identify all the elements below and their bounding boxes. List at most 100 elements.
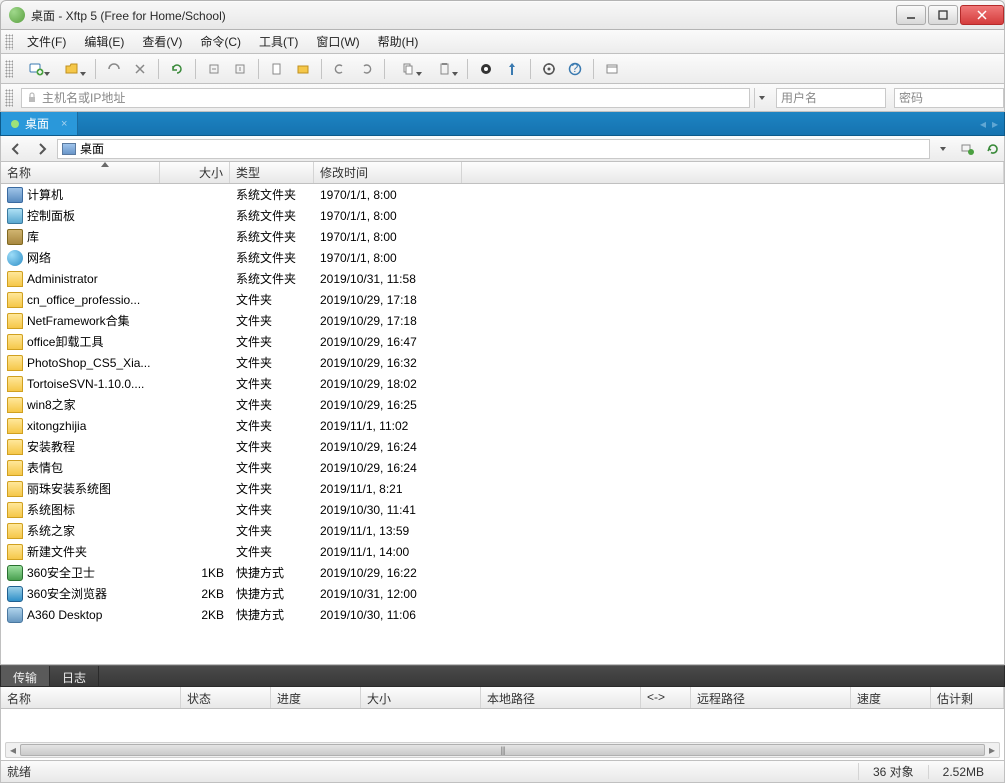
- file-row[interactable]: A360 Desktop2KB快捷方式2019/10/30, 11:06: [1, 604, 1004, 625]
- menu-edit[interactable]: 编辑(E): [76, 31, 132, 52]
- file-row[interactable]: Administrator系统文件夹2019/10/31, 11:58: [1, 268, 1004, 289]
- copy-button[interactable]: [391, 58, 425, 80]
- new-session-button[interactable]: [19, 58, 53, 80]
- file-row[interactable]: 系统之家文件夹2019/11/1, 13:59: [1, 520, 1004, 541]
- file-row[interactable]: TortoiseSVN-1.10.0....文件夹2019/10/29, 18:…: [1, 373, 1004, 394]
- new-remote-button[interactable]: [956, 139, 978, 159]
- back-button[interactable]: [5, 139, 27, 159]
- file-row[interactable]: 360安全卫士1KB快捷方式2019/10/29, 16:22: [1, 562, 1004, 583]
- file-type: 文件夹: [230, 417, 314, 434]
- username-input[interactable]: 用户名: [776, 88, 886, 108]
- refresh-button[interactable]: [982, 139, 1004, 159]
- addressbar-handle[interactable]: [5, 89, 13, 107]
- file-date: 1970/1/1, 8:00: [314, 209, 462, 223]
- tcol-size[interactable]: 大小: [361, 687, 481, 708]
- menu-window[interactable]: 窗口(W): [308, 31, 367, 52]
- file-type: 系统文件夹: [230, 207, 314, 224]
- path-dropdown[interactable]: [940, 147, 946, 151]
- file-type: 快捷方式: [230, 564, 314, 581]
- tcol-progress[interactable]: 进度: [271, 687, 361, 708]
- file-date: 2019/10/29, 16:24: [314, 440, 462, 454]
- sync-button[interactable]: [474, 58, 498, 80]
- file-icon: [7, 187, 23, 203]
- file-row[interactable]: 360安全浏览器2KB快捷方式2019/10/31, 12:00: [1, 583, 1004, 604]
- tcol-speed[interactable]: 速度: [851, 687, 931, 708]
- toolbar: ?: [0, 54, 1005, 84]
- col-type[interactable]: 类型: [230, 162, 314, 183]
- file-row[interactable]: 库系统文件夹1970/1/1, 8:00: [1, 226, 1004, 247]
- file-name: 表情包: [27, 459, 63, 476]
- tab-transfer[interactable]: 传输: [1, 666, 50, 686]
- terminal-button[interactable]: [600, 58, 624, 80]
- file-row[interactable]: PhotoShop_CS5_Xia...文件夹2019/10/29, 16:32: [1, 352, 1004, 373]
- file-row[interactable]: 丽珠安装系统图文件夹2019/11/1, 8:21: [1, 478, 1004, 499]
- file-list[interactable]: 计算机系统文件夹1970/1/1, 8:00控制面板系统文件夹1970/1/1,…: [0, 184, 1005, 665]
- reconnect-button[interactable]: [165, 58, 189, 80]
- redo-button[interactable]: [354, 58, 378, 80]
- transfer-left-button[interactable]: [202, 58, 226, 80]
- file-row[interactable]: 控制面板系统文件夹1970/1/1, 8:00: [1, 205, 1004, 226]
- tcol-local[interactable]: 本地路径: [481, 687, 641, 708]
- file-row[interactable]: NetFramework合集文件夹2019/10/29, 17:18: [1, 310, 1004, 331]
- file-name: A360 Desktop: [27, 608, 102, 622]
- file-row[interactable]: xitongzhijia文件夹2019/11/1, 11:02: [1, 415, 1004, 436]
- forward-button[interactable]: [31, 139, 53, 159]
- path-input[interactable]: 桌面: [57, 139, 930, 159]
- new-folder-button[interactable]: [291, 58, 315, 80]
- address-bar: 主机名或IP地址 用户名 密码: [0, 84, 1005, 112]
- settings-button[interactable]: [537, 58, 561, 80]
- scroll-right-icon[interactable]: ▸: [985, 743, 999, 757]
- direction-button[interactable]: [500, 58, 524, 80]
- file-row[interactable]: cn_office_professio...文件夹2019/10/29, 17:…: [1, 289, 1004, 310]
- undo-button[interactable]: [328, 58, 352, 80]
- lock-icon: [26, 92, 38, 104]
- horizontal-scrollbar[interactable]: ◂ ▸: [5, 742, 1000, 758]
- disconnect-button[interactable]: [128, 58, 152, 80]
- file-row[interactable]: office卸载工具文件夹2019/10/29, 16:47: [1, 331, 1004, 352]
- menu-command[interactable]: 命令(C): [192, 31, 249, 52]
- maximize-button[interactable]: [928, 5, 958, 25]
- col-size[interactable]: 大小: [160, 162, 230, 183]
- file-row[interactable]: 安装教程文件夹2019/10/29, 16:24: [1, 436, 1004, 457]
- new-file-button[interactable]: [265, 58, 289, 80]
- scroll-left-icon[interactable]: ◂: [6, 743, 20, 757]
- file-row[interactable]: 网络系统文件夹1970/1/1, 8:00: [1, 247, 1004, 268]
- menu-tools[interactable]: 工具(T): [251, 31, 306, 52]
- col-date[interactable]: 修改时间: [314, 162, 462, 183]
- tab-close-icon[interactable]: ×: [61, 118, 67, 130]
- menu-file[interactable]: 文件(F): [19, 31, 74, 52]
- tabs-prev-icon[interactable]: ◂: [980, 117, 986, 131]
- help-button[interactable]: ?: [563, 58, 587, 80]
- connect-button[interactable]: [102, 58, 126, 80]
- file-date: 2019/10/30, 11:41: [314, 503, 462, 517]
- menu-help[interactable]: 帮助(H): [370, 31, 427, 52]
- tcol-eta[interactable]: 估计剩: [931, 687, 1004, 708]
- file-row[interactable]: 计算机系统文件夹1970/1/1, 8:00: [1, 184, 1004, 205]
- password-input[interactable]: 密码: [894, 88, 1004, 108]
- close-button[interactable]: [960, 5, 1004, 25]
- tab-log[interactable]: 日志: [50, 666, 99, 686]
- menu-view[interactable]: 查看(V): [134, 31, 190, 52]
- transfer-right-button[interactable]: [228, 58, 252, 80]
- session-tab[interactable]: 桌面 ×: [1, 112, 78, 135]
- file-date: 1970/1/1, 8:00: [314, 251, 462, 265]
- file-row[interactable]: 系统图标文件夹2019/10/30, 11:41: [1, 499, 1004, 520]
- tcol-remote[interactable]: 远程路径: [691, 687, 851, 708]
- file-row[interactable]: win8之家文件夹2019/10/29, 16:25: [1, 394, 1004, 415]
- menubar-handle[interactable]: [5, 34, 13, 50]
- file-icon: [7, 313, 23, 329]
- file-row[interactable]: 新建文件夹文件夹2019/11/1, 14:00: [1, 541, 1004, 562]
- host-dropdown[interactable]: [754, 88, 768, 108]
- tcol-arrow[interactable]: <->: [641, 687, 691, 708]
- tabs-next-icon[interactable]: ▸: [992, 117, 998, 131]
- paste-button[interactable]: [427, 58, 461, 80]
- minimize-button[interactable]: [896, 5, 926, 25]
- host-input[interactable]: 主机名或IP地址: [21, 88, 750, 108]
- open-button[interactable]: [55, 58, 89, 80]
- toolbar-handle[interactable]: [5, 60, 13, 78]
- tcol-name[interactable]: 名称: [1, 687, 181, 708]
- col-name[interactable]: 名称: [1, 162, 160, 183]
- file-row[interactable]: 表情包文件夹2019/10/29, 16:24: [1, 457, 1004, 478]
- scroll-thumb[interactable]: [20, 744, 985, 756]
- tcol-status[interactable]: 状态: [181, 687, 271, 708]
